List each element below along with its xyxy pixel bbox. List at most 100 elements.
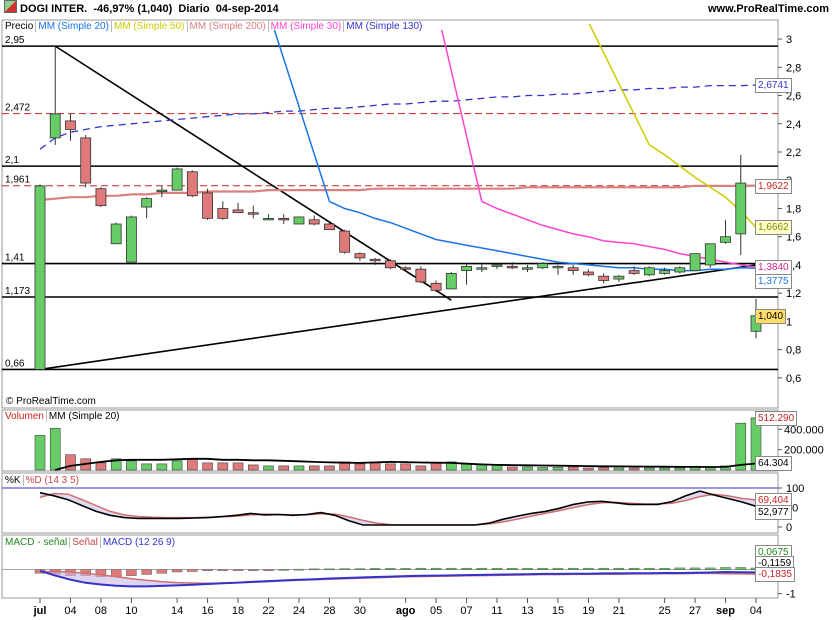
volume-bar [263,465,274,471]
volume-bar [308,465,320,471]
legend-item: %D (14 3 5) [25,475,79,486]
macd-histogram-bar [354,568,366,570]
candle-body [80,137,92,184]
candle-body [689,253,701,271]
x-tick-label: 24 [293,605,305,617]
x-tick-label: 16 [201,605,213,617]
volume-bar [628,467,640,471]
macd-histogram-bar [735,567,746,570]
candle-body [263,217,274,221]
candle-body [339,230,351,253]
candle-body [567,267,579,271]
x-tick-label: 11 [491,605,502,617]
volume-bar [369,462,381,471]
candle-body [186,171,198,197]
candle-body [430,282,442,291]
legend-item: MACD - señal [3,537,71,548]
candle-body [522,267,533,270]
price-y-tick-label: 1,8 [786,203,801,215]
candle-body [537,263,549,269]
x-tick-label: 22 [262,605,274,617]
x-tick-label: 14 [171,605,183,617]
volume-bar [674,467,686,471]
candle-body [583,271,594,276]
legend-item: Volumen [3,411,47,422]
legend-item: MM (Simple 20) [36,21,112,32]
price-y-tick-label: 0,8 [786,345,801,357]
candle-body [384,260,396,269]
macd-histogram-bar [628,567,640,570]
volume-bar [537,467,549,471]
legend-item: MM (Simple 130) [346,21,423,32]
x-tick-label: 18 [232,605,244,617]
macd-histogram-bar [674,567,686,570]
macd-histogram-bar [278,569,289,571]
volume-bar [278,465,290,471]
volume-bar [506,466,518,471]
horizontal-level-label: 1,41 [5,253,25,264]
x-tick-label: 13 [521,605,533,617]
volume-value-tag: 64.304 [755,456,792,472]
macd-histogram-bar [263,569,274,571]
candle-body [506,265,518,269]
macd-value-tag: -0,1835 [755,567,795,582]
volume-bar [583,467,594,471]
price-value-tag: 1,9622 [755,178,792,194]
macd-histogram-bar [476,567,487,570]
macd-histogram-bar [705,567,716,570]
price-value-tag: 1,3775 [755,274,792,290]
x-tick-label: sep [716,605,735,617]
x-tick-label: 25 [658,605,670,617]
volume-bar [415,465,427,471]
price-value-tag: 1,3840 [755,260,792,276]
candle-body [49,113,61,139]
volume-bar [232,462,244,471]
macd-histogram-bar [491,567,503,570]
candle-body [598,275,610,281]
horizontal-level-label: 2,472 [5,103,30,114]
x-tick-label: 10 [125,605,137,617]
volume-bar [293,465,305,471]
candle-body [110,223,122,245]
x-tick-label: 04 [64,605,76,617]
macd-histogram-bar [522,567,533,570]
price-value-tag: 2,6741 [755,78,792,94]
horizontal-level-label: 2,95 [5,35,25,46]
volume-bar [522,466,533,471]
candle-body [354,253,366,259]
macd-histogram-bar [583,567,594,570]
candle-body [613,275,625,280]
candle-body [704,243,716,266]
x-tick-label: jul [33,605,47,617]
macd-histogram-bar [415,567,427,570]
x-tick-label: 19 [582,605,594,617]
macd-histogram-bar [202,569,213,571]
watermark: © ProRealTime.com [6,396,96,407]
volume-bar [34,435,46,471]
macd-histogram-bar [171,569,183,573]
candle-body [659,270,670,274]
candle-body [643,267,655,276]
macd-histogram-bar [126,569,137,576]
macd-histogram-bar [507,567,518,570]
price-y-tick-label: 2,4 [786,119,801,131]
legend-item: MM (Simple 50) [111,21,188,32]
price-legend: Precio MM (Simple 20) MM (Simple 50) MM (Si… [3,21,424,33]
price-value-tag: 1,040 [755,308,787,324]
candle-body [324,223,335,231]
candle-body [232,209,244,214]
volume-bar [126,460,137,471]
x-tick-label: ago [396,605,416,617]
macd-histogram-bar [461,567,472,570]
volume-bar [461,463,472,471]
candle-body [34,185,46,370]
price-y-tick-label: 1,2 [786,288,801,300]
volume-bar [400,463,411,471]
candle-body [491,264,503,267]
candle-body [476,267,488,270]
macd-histogram-bar [293,568,305,571]
volume-bar [324,465,335,471]
legend-item: MM (Simple 20) [48,411,120,422]
price-y-tick-label: 0,6 [786,373,801,385]
x-tick-label: 05 [430,605,442,617]
